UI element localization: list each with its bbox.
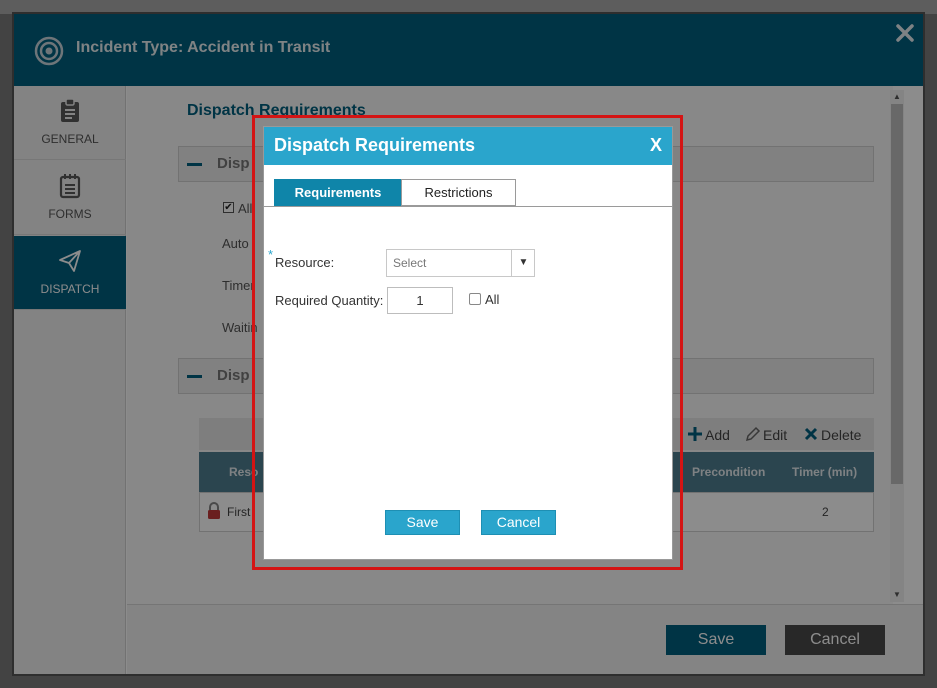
all-checkbox[interactable]: [469, 293, 481, 305]
quantity-label: Required Quantity:: [275, 293, 384, 308]
dispatch-requirements-dialog: Dispatch Requirements X Requirements Res…: [263, 126, 673, 560]
resource-select[interactable]: Select ▼: [386, 249, 535, 277]
dialog-title: Dispatch Requirements: [274, 135, 476, 155]
dialog-close-button[interactable]: X: [650, 135, 662, 156]
dialog-cancel-button[interactable]: Cancel: [481, 510, 556, 535]
required-marker: *: [268, 247, 274, 262]
tab-restrictions[interactable]: Restrictions: [401, 179, 516, 206]
all-label: All: [485, 292, 500, 307]
dialog-tabs: Requirements Restrictions: [264, 165, 672, 207]
resource-label: Resource:: [275, 255, 335, 270]
quantity-input[interactable]: 1: [387, 287, 453, 314]
chevron-down-icon[interactable]: ▼: [511, 250, 535, 276]
tab-requirements[interactable]: Requirements: [274, 179, 402, 206]
resource-select-value: Select: [393, 256, 427, 270]
dialog-save-button[interactable]: Save: [385, 510, 460, 535]
dialog-header: Dispatch Requirements X: [264, 127, 672, 165]
